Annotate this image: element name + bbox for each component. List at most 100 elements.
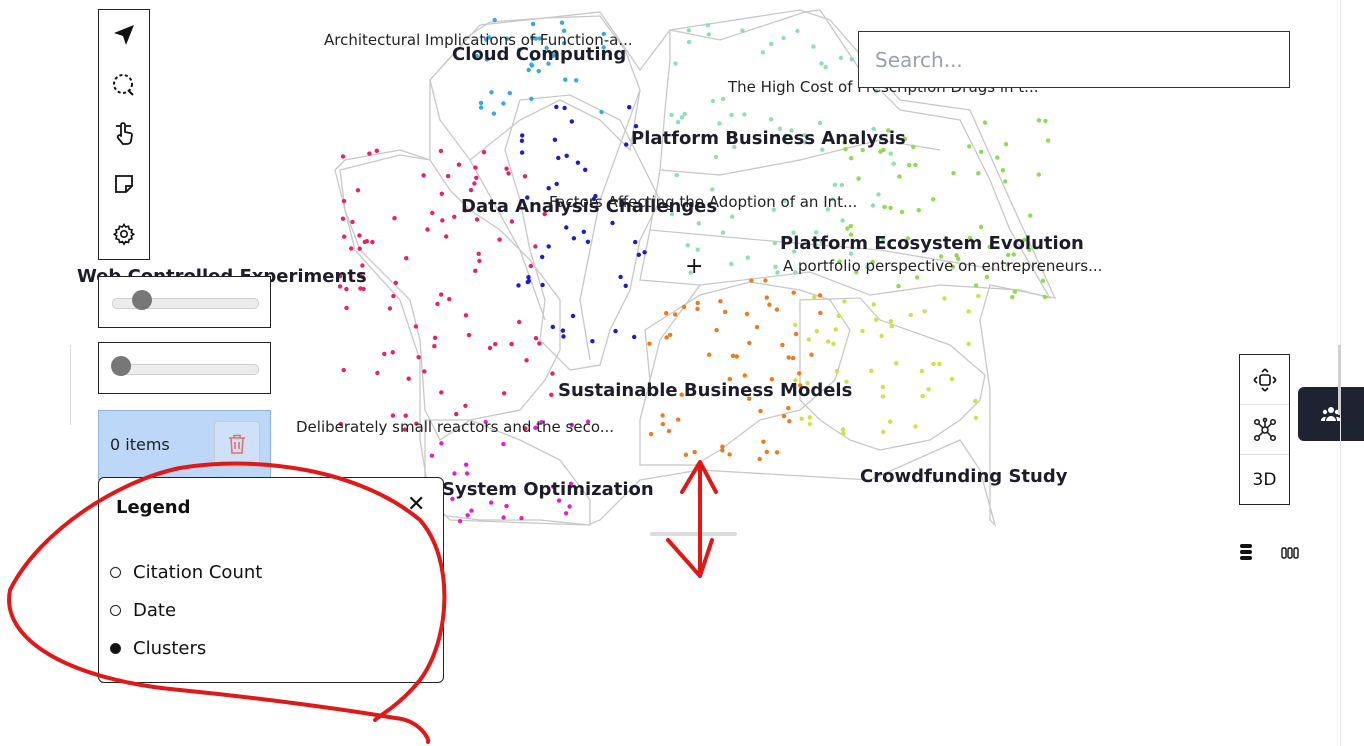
paper-point[interactable] [445, 173, 451, 179]
paper-point[interactable] [842, 299, 847, 304]
paper-point[interactable] [618, 274, 623, 280]
paper-point[interactable] [456, 162, 462, 167]
paper-point[interactable] [754, 324, 760, 330]
paper-label[interactable]: A portfolio perspective on entrepreneurs… [783, 257, 1102, 275]
paper-point[interactable] [685, 243, 690, 248]
paper-point[interactable] [747, 340, 752, 346]
paper-point[interactable] [452, 471, 457, 476]
paper-point[interactable] [636, 252, 641, 257]
cluster-label-platform-business-analysis[interactable]: Platform Business Analysis [631, 128, 906, 149]
paper-point[interactable] [937, 361, 942, 367]
paper-point[interactable] [967, 144, 972, 149]
paper-point[interactable] [840, 427, 846, 432]
paper-point[interactable] [793, 322, 798, 327]
paper-point[interactable] [871, 302, 876, 307]
legend-close-button[interactable]: ✕ [407, 492, 425, 517]
paper-point[interactable] [341, 367, 346, 373]
paper-point[interactable] [392, 216, 397, 221]
paper-point[interactable] [834, 368, 840, 374]
paper-point[interactable] [849, 57, 854, 62]
paper-point[interactable] [896, 283, 901, 289]
paper-point[interactable] [758, 408, 763, 414]
paper-point[interactable] [497, 237, 502, 242]
paper-point[interactable] [590, 339, 595, 344]
paper-point[interactable] [1043, 118, 1048, 124]
paper-point[interactable] [465, 513, 470, 518]
paper-point[interactable] [806, 337, 811, 342]
paper-point[interactable] [869, 368, 874, 373]
paper-point[interactable] [767, 302, 772, 307]
paper-point[interactable] [879, 333, 884, 339]
paper-point[interactable] [795, 28, 800, 34]
paper-point[interactable] [439, 191, 444, 196]
paper-point[interactable] [841, 431, 846, 436]
paper-point[interactable] [720, 230, 726, 235]
paper-point[interactable] [463, 313, 469, 318]
paper-point[interactable] [444, 234, 449, 239]
paper-point[interactable] [468, 187, 474, 193]
paper-point[interactable] [489, 500, 494, 505]
paper-point[interactable] [642, 250, 647, 255]
paper-point[interactable] [734, 354, 739, 359]
paper-point[interactable] [610, 220, 615, 226]
paper-point[interactable] [1036, 118, 1042, 123]
paper-point[interactable] [1028, 213, 1033, 218]
paper-point[interactable] [899, 209, 905, 215]
paper-point[interactable] [973, 415, 979, 421]
paper-point[interactable] [696, 221, 701, 226]
slider-thumb[interactable] [111, 356, 131, 376]
paper-point[interactable] [880, 394, 885, 399]
paper-point[interactable] [763, 278, 768, 283]
paper-point[interactable] [915, 275, 920, 280]
paper-point[interactable] [817, 120, 823, 126]
paper-point[interactable] [931, 197, 936, 202]
paper-point[interactable] [807, 415, 812, 420]
paper-point[interactable] [439, 292, 444, 297]
scrollbar-thumb[interactable] [1338, 345, 1341, 415]
paper-point[interactable] [695, 306, 700, 312]
paper-point[interactable] [744, 311, 750, 317]
paper-point[interactable] [819, 61, 824, 66]
paper-point[interactable] [913, 424, 918, 429]
paper-point[interactable] [714, 327, 719, 333]
paper-point[interactable] [473, 165, 478, 170]
paper-point[interactable] [681, 304, 687, 310]
paper-point[interactable] [666, 428, 672, 434]
paper-point[interactable] [722, 309, 728, 315]
legend-option-clusters[interactable]: Clusters [110, 638, 206, 659]
paper-point[interactable] [439, 390, 444, 395]
paper-point[interactable] [764, 295, 769, 300]
paper-point[interactable] [880, 384, 886, 390]
paper-point[interactable] [540, 254, 545, 260]
paper-point[interactable] [781, 35, 786, 41]
paper-label[interactable]: Deliberately small reactors and the seco… [296, 418, 614, 436]
paper-point[interactable] [673, 312, 678, 317]
paper-point[interactable] [761, 439, 766, 444]
paper-point[interactable] [492, 17, 497, 23]
paper-point[interactable] [562, 105, 567, 111]
paper-point[interactable] [749, 278, 754, 283]
paper-point[interactable] [1000, 168, 1006, 173]
paper-point[interactable] [894, 361, 899, 366]
paper-point[interactable] [913, 162, 918, 168]
paper-point[interactable] [907, 162, 912, 168]
paper-point[interactable] [856, 176, 861, 181]
paper-point[interactable] [922, 309, 927, 314]
paper-point[interactable] [571, 236, 577, 241]
paper-point[interactable] [569, 119, 574, 124]
gear-icon[interactable] [109, 219, 139, 249]
paper-point[interactable] [563, 511, 569, 516]
paper-point[interactable] [556, 155, 561, 161]
paper-point[interactable] [976, 171, 981, 176]
legend-option-date[interactable]: Date [110, 600, 176, 621]
paper-point[interactable] [818, 310, 823, 316]
paper-point[interactable] [463, 403, 468, 408]
paper-point[interactable] [807, 421, 813, 427]
3d-view-button[interactable]: 3D [1240, 455, 1289, 504]
paper-point[interactable] [528, 263, 533, 269]
paper-point[interactable] [526, 278, 531, 284]
paper-point[interactable] [817, 293, 823, 298]
paper-point[interactable] [760, 50, 765, 55]
paper-point[interactable] [435, 301, 440, 307]
paper-point[interactable] [627, 105, 632, 110]
